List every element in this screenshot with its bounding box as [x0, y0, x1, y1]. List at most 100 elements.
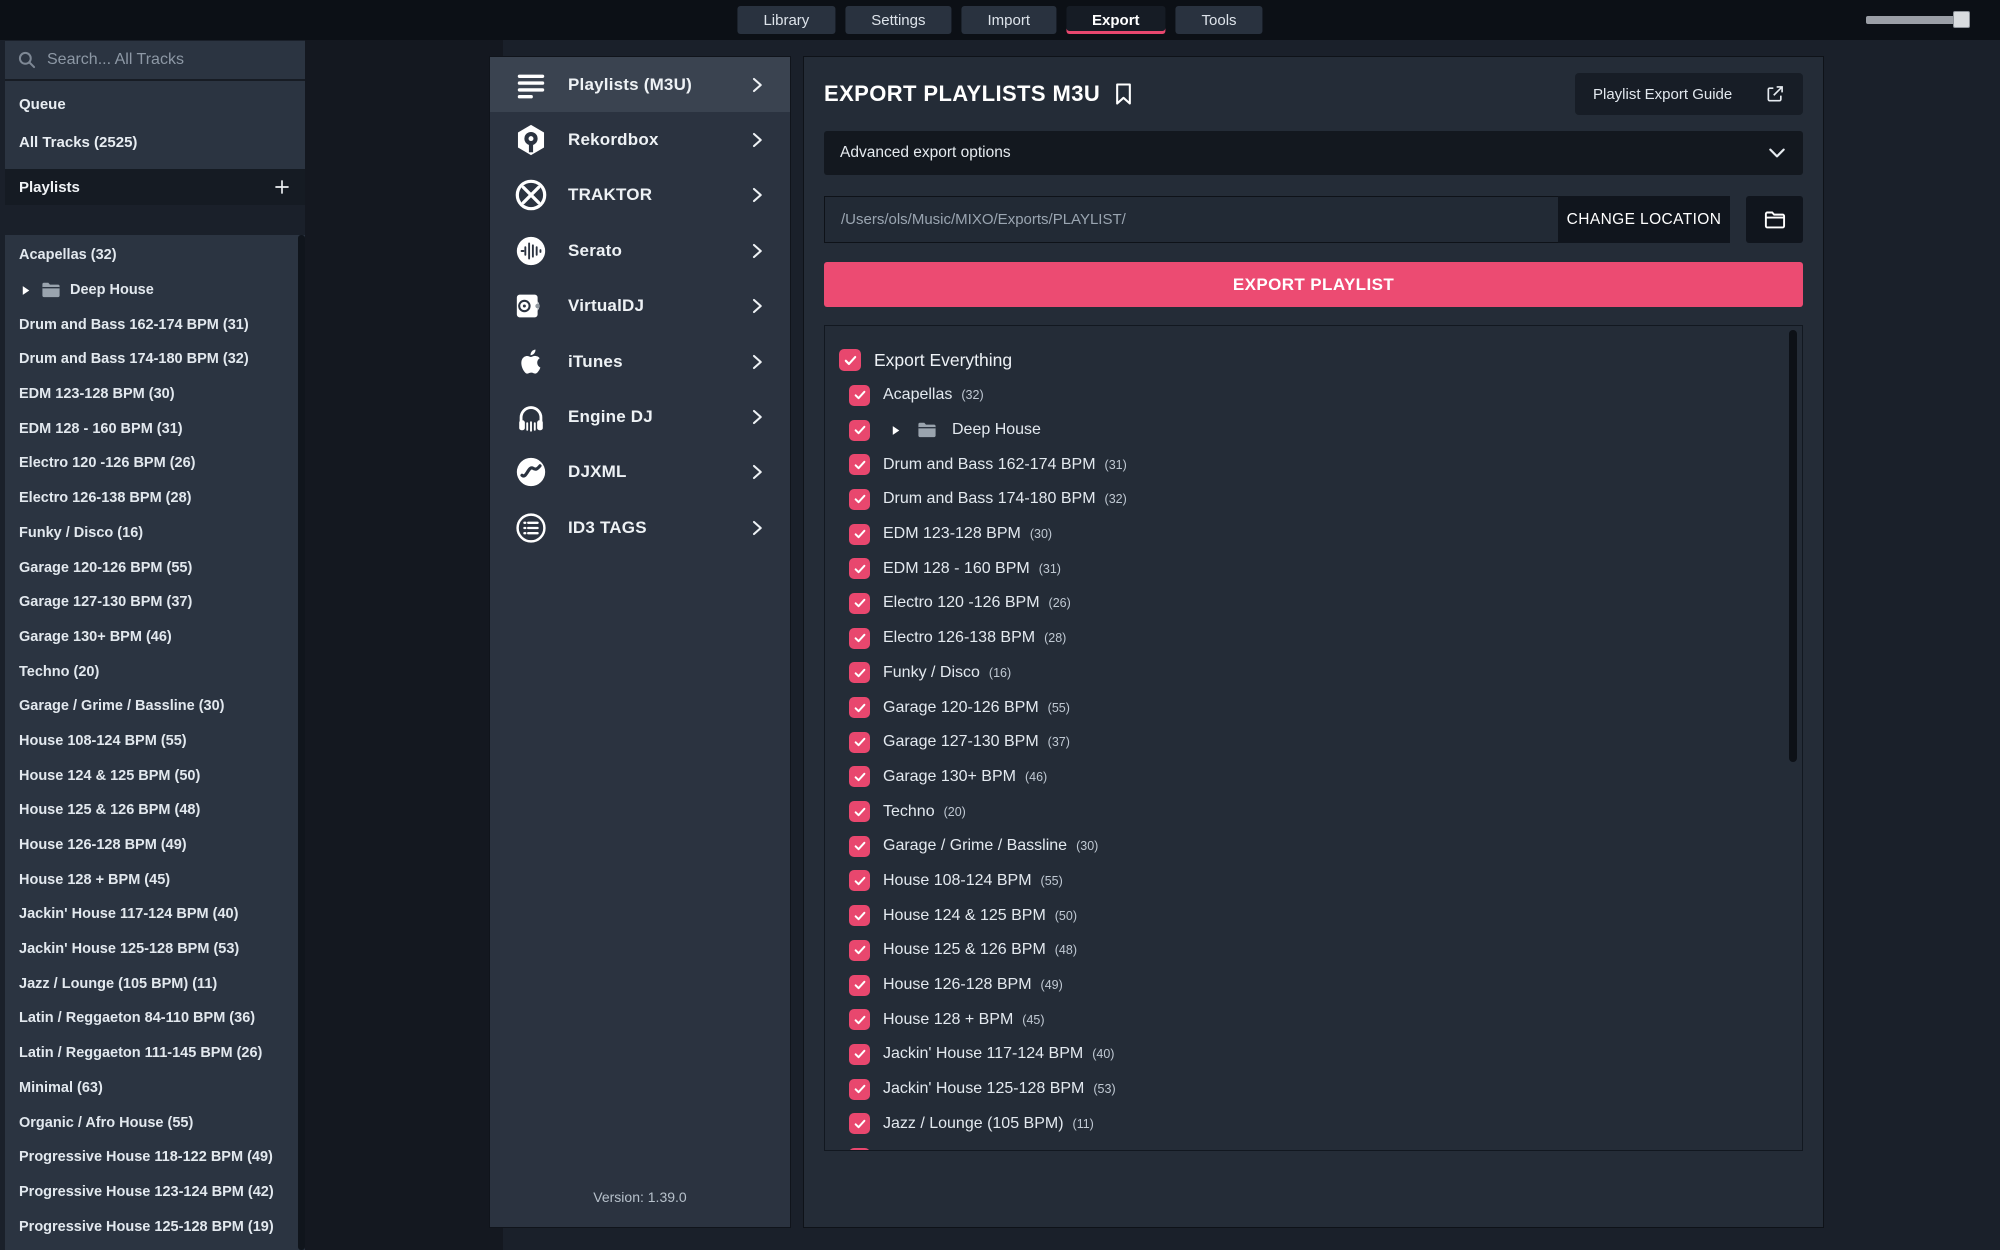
playlist-checkbox[interactable]	[849, 384, 870, 406]
format-serato[interactable]: Serato	[490, 223, 790, 278]
playlist-checkbox[interactable]	[849, 731, 870, 753]
checklist-row[interactable]: Drum and Bass 162-174 BPM (31)	[849, 447, 1802, 482]
playlist-checkbox[interactable]	[849, 835, 870, 857]
playlist-checkbox[interactable]	[849, 1147, 870, 1150]
sidebar-playlist-item[interactable]: Acapellas (32)	[5, 238, 305, 273]
playlist-checkbox[interactable]	[849, 627, 870, 649]
add-playlist-button[interactable]	[273, 178, 291, 196]
nav-library-button[interactable]: Library	[737, 6, 836, 34]
sidebar-playlist-item[interactable]: House 126-128 BPM (49)	[5, 828, 305, 863]
sidebar-playlist-item[interactable]: Garage / Grime / Bassline (30)	[5, 689, 305, 724]
sidebar-playlist-item[interactable]: Electro 120 -126 BPM (26)	[5, 446, 305, 481]
checklist-row[interactable]: Jackin' House 125-128 BPM (53)	[849, 1072, 1802, 1107]
format-virtualdj[interactable]: VirtualDJ	[490, 279, 790, 334]
sidebar-playlist-item[interactable]: Latin / Reggaeton 84-110 BPM (36)	[5, 1001, 305, 1036]
sidebar-playlist-item[interactable]: Progressive House 125-128 BPM (19)	[5, 1209, 305, 1244]
playlist-checkbox[interactable]	[849, 1009, 870, 1031]
format-itunes[interactable]: iTunes	[490, 334, 790, 389]
format-engine-dj[interactable]: Engine DJ	[490, 389, 790, 444]
checklist-row[interactable]: Funky / Disco (16)	[849, 656, 1802, 691]
checklist-row[interactable]: House 128 + BPM (45)	[849, 1002, 1802, 1037]
export-everything-row[interactable]: Export Everything	[839, 342, 1802, 378]
format-djxml[interactable]: DJXML	[490, 445, 790, 500]
playlist-checkbox[interactable]	[849, 488, 870, 510]
playlist-checkbox[interactable]	[849, 523, 870, 545]
caret-right-icon[interactable]	[889, 424, 902, 437]
playlist-checkbox[interactable]	[849, 870, 870, 892]
sidebar-playlist-item[interactable]: House 125 & 126 BPM (48)	[5, 793, 305, 828]
sidebar-playlist-item[interactable]: Garage 130+ BPM (46)	[5, 620, 305, 655]
sidebar-playlist-item[interactable]: Drum and Bass 174-180 BPM (32)	[5, 342, 305, 377]
sidebar-playlist-item[interactable]: EDM 128 - 160 BPM (31)	[5, 411, 305, 446]
sidebar-playlist-item[interactable]: House 108-124 BPM (55)	[5, 724, 305, 759]
change-location-button[interactable]: CHANGE LOCATION	[1558, 196, 1730, 243]
playlist-checkbox[interactable]	[849, 697, 870, 719]
format-id3-tags[interactable]: ID3 TAGS	[490, 500, 790, 555]
checklist-row[interactable]: Techno (20)	[849, 794, 1802, 829]
checklist-row[interactable]: Garage / Grime / Bassline (30)	[849, 829, 1802, 864]
playlist-checkbox[interactable]	[849, 974, 870, 996]
sidebar-playlist-item[interactable]: Garage 120-126 BPM (55)	[5, 550, 305, 585]
format-traktor[interactable]: TRAKTOR	[490, 168, 790, 223]
playlist-checkbox[interactable]	[849, 454, 870, 476]
playlist-export-guide-button[interactable]: Playlist Export Guide	[1575, 73, 1803, 115]
sidebar-playlist-item[interactable]: Techno (20)	[5, 654, 305, 689]
checklist-row[interactable]: Acapellas (32)	[849, 378, 1802, 413]
playlist-checkbox[interactable]	[849, 662, 870, 684]
zoom-slider[interactable]	[1866, 11, 1970, 28]
search-input[interactable]	[47, 51, 293, 69]
sidebar-playlist-item[interactable]: Jackin' House 117-124 BPM (40)	[5, 897, 305, 932]
sidebar-scrollbar[interactable]	[298, 235, 305, 1250]
checklist-row[interactable]: Latin / Reggaeton 84-110 BPM(36)	[849, 1141, 1802, 1150]
format-playlists-m3u-[interactable]: Playlists (M3U)	[490, 57, 790, 113]
zoom-slider-thumb[interactable]	[1953, 11, 1970, 28]
checklist-row[interactable]: House 108-124 BPM (55)	[849, 864, 1802, 899]
checklist-scrollbar-thumb[interactable]	[1789, 330, 1797, 762]
playlist-checkbox[interactable]	[849, 939, 870, 961]
playlist-checkbox[interactable]	[849, 1043, 870, 1065]
checklist-row[interactable]: EDM 123-128 BPM (30)	[849, 517, 1802, 552]
checklist-row[interactable]: Garage 127-130 BPM (37)	[849, 725, 1802, 760]
nav-import-button[interactable]: Import	[961, 6, 1057, 34]
sidebar-playlist-folder[interactable]: Deep House	[5, 273, 305, 308]
sidebar-item-all-tracks[interactable]: All Tracks (2525)	[5, 123, 305, 161]
sidebar-playlist-item[interactable]: Jackin' House 125-128 BPM (53)	[5, 932, 305, 967]
advanced-export-options-toggle[interactable]: Advanced export options	[824, 131, 1803, 175]
sidebar-playlist-item[interactable]: EDM 123-128 BPM (30)	[5, 377, 305, 412]
sidebar-playlist-item[interactable]: Progressive House 118-122 BPM (49)	[5, 1140, 305, 1175]
checklist-row[interactable]: Electro 120 -126 BPM (26)	[849, 586, 1802, 621]
browse-folder-button[interactable]	[1746, 196, 1803, 243]
sidebar-item-queue[interactable]: Queue	[5, 85, 305, 123]
checklist-row[interactable]: House 126-128 BPM (49)	[849, 968, 1802, 1003]
checklist-row[interactable]: Garage 120-126 BPM (55)	[849, 690, 1802, 725]
caret-right-icon[interactable]	[19, 284, 32, 297]
sidebar-playlist-item[interactable]: Funky / Disco (16)	[5, 516, 305, 551]
sidebar-playlist-item[interactable]: Soulful House (Chilled) (42)	[5, 1244, 305, 1250]
export-playlist-button[interactable]: EXPORT PLAYLIST	[824, 262, 1803, 307]
bookmark-icon[interactable]	[1114, 82, 1133, 106]
sidebar-playlist-item[interactable]: Electro 126-138 BPM (28)	[5, 481, 305, 516]
checklist-folder-row[interactable]: Deep House	[849, 413, 1802, 448]
sidebar-playlist-item[interactable]: Latin / Reggaeton 111-145 BPM (26)	[5, 1036, 305, 1071]
sidebar-playlist-item[interactable]: Jazz / Lounge (105 BPM) (11)	[5, 966, 305, 1001]
playlist-checkbox[interactable]	[849, 766, 870, 788]
sidebar-playlist-item[interactable]: Garage 127-130 BPM (37)	[5, 585, 305, 620]
checklist-row[interactable]: House 125 & 126 BPM (48)	[849, 933, 1802, 968]
playlist-checkbox[interactable]	[849, 1113, 870, 1135]
playlist-checkbox[interactable]	[849, 801, 870, 823]
checklist-row[interactable]: Jackin' House 117-124 BPM (40)	[849, 1037, 1802, 1072]
playlist-checkbox[interactable]	[849, 558, 870, 580]
sidebar-playlist-item[interactable]: Drum and Bass 162-174 BPM (31)	[5, 307, 305, 342]
checklist-row[interactable]: Drum and Bass 174-180 BPM (32)	[849, 482, 1802, 517]
nav-export-button[interactable]: Export	[1066, 6, 1166, 34]
playlist-checkbox[interactable]	[849, 1078, 870, 1100]
format-rekordbox[interactable]: Rekordbox	[490, 112, 790, 167]
sidebar-playlist-item[interactable]: House 128 + BPM (45)	[5, 862, 305, 897]
checklist-row[interactable]: Garage 130+ BPM (46)	[849, 760, 1802, 795]
checklist-row[interactable]: House 124 & 125 BPM (50)	[849, 898, 1802, 933]
sidebar-playlist-item[interactable]: Progressive House 123-124 BPM (42)	[5, 1175, 305, 1210]
export-everything-checkbox[interactable]	[839, 349, 861, 371]
sidebar-playlist-item[interactable]: House 124 & 125 BPM (50)	[5, 758, 305, 793]
checklist-row[interactable]: Electro 126-138 BPM (28)	[849, 621, 1802, 656]
playlist-checkbox[interactable]	[849, 419, 870, 441]
